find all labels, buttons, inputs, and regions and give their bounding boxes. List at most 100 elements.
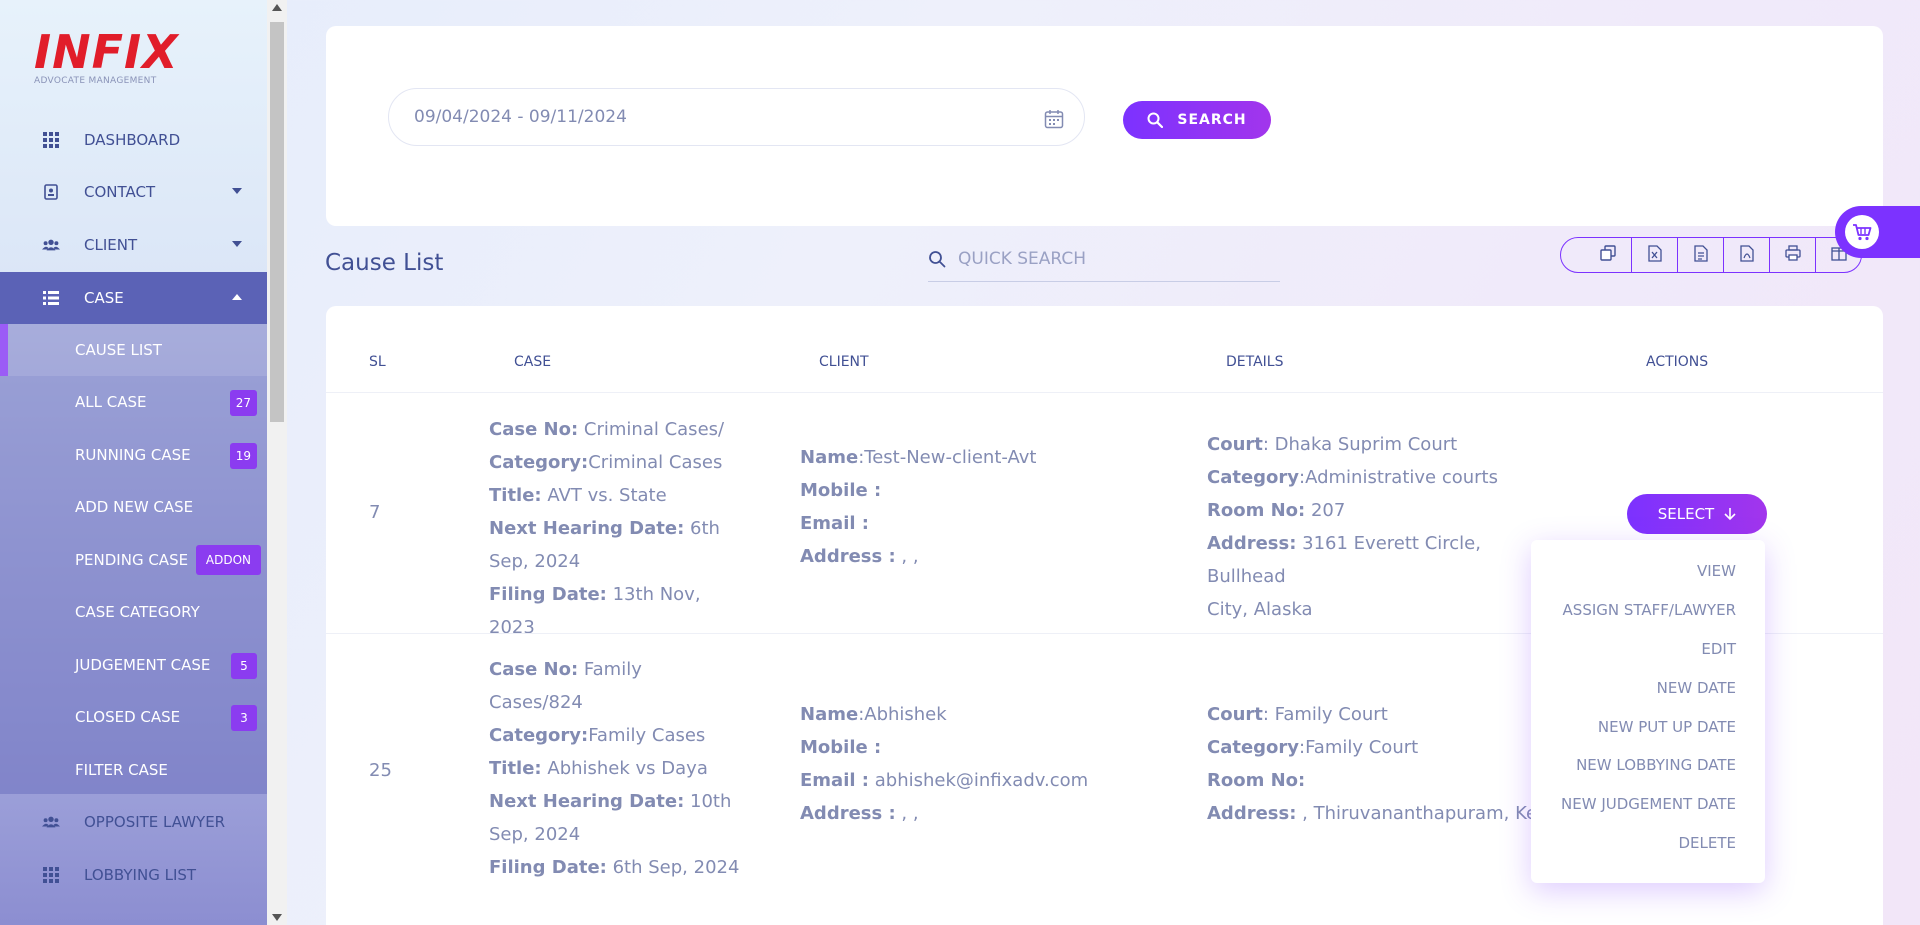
copy-button[interactable] — [1561, 238, 1631, 272]
sidebar-subitem-label: RUNNING CASE — [75, 446, 191, 464]
case-no-value-cont: Cases/824 — [489, 692, 583, 713]
sidebar-item-client[interactable]: CLIENT — [0, 219, 267, 271]
case-cell: Case No: Family Cases/824 Category:Famil… — [489, 653, 749, 884]
details-category-label: Category — [1207, 467, 1300, 488]
details-address-value: , Thiruvananthapuram, Kera — [1296, 803, 1547, 824]
page-title: Cause List — [325, 250, 444, 276]
details-cell: Court: Family Court Category:Family Cour… — [1207, 698, 1547, 830]
menu-item-new-judgement-date[interactable]: NEW JUDGEMENT DATE — [1531, 785, 1765, 824]
email-label: Email : — [800, 513, 870, 534]
room-label: Room No: — [1207, 500, 1306, 521]
sidebar-item-label: LOBBYING LIST — [84, 866, 197, 884]
scroll-up-icon[interactable] — [272, 4, 282, 11]
sidebar-subitem-all-case[interactable]: ALL CASE 27 — [0, 376, 267, 428]
menu-item-assign-staff[interactable]: ASSIGN STAFF/LAWYER — [1531, 591, 1765, 630]
filter-card: 09/04/2024 - 09/11/2024 SEARCH — [326, 26, 1883, 226]
scroll-down-icon[interactable] — [272, 914, 282, 921]
sidebar-subitem-label: CASE CATEGORY — [75, 603, 200, 621]
sidebar-subitem-running-case[interactable]: RUNNING CASE 19 — [0, 429, 267, 481]
count-badge: 19 — [229, 443, 257, 469]
case-no-value: Criminal Cases/ — [583, 419, 725, 440]
pdf-button[interactable] — [1723, 238, 1769, 272]
print-button[interactable] — [1769, 238, 1815, 272]
column-header-details[interactable]: DETAILS — [1226, 354, 1283, 370]
email-label: Email : — [800, 770, 870, 791]
menu-item-view[interactable]: VIEW — [1531, 552, 1765, 591]
case-no-label: Case No: — [489, 659, 579, 680]
excel-button[interactable] — [1631, 238, 1677, 272]
details-category-value: :Family Court — [1299, 737, 1419, 758]
sidebar-subitem-label: ALL CASE — [75, 393, 147, 411]
sidebar-item-opposite-lawyer[interactable]: OPPOSITE LAWYER — [0, 796, 267, 848]
details-category-value: :Administrative courts — [1299, 467, 1498, 488]
logo-subtitle: ADVOCATE MANAGEMENT — [34, 76, 157, 86]
sidebar-item-dashboard[interactable]: DASHBOARD — [0, 114, 267, 166]
category-value: Criminal Cases — [588, 452, 723, 473]
sidebar-subitem-closed-case[interactable]: CLOSED CASE 3 — [0, 691, 267, 743]
menu-item-new-lobbying-date[interactable]: NEW LOBBYING DATE — [1531, 746, 1765, 785]
sidebar-subitem-add-new-case[interactable]: ADD NEW CASE — [0, 481, 267, 533]
scrollbar-thumb[interactable] — [270, 22, 284, 422]
sidebar-item-label: CONTACT — [84, 183, 156, 201]
logo-text: INFIX — [34, 25, 179, 79]
chevron-down-icon — [232, 241, 242, 247]
sidebar-subitem-filter-case[interactable]: FILTER CASE — [0, 744, 267, 796]
sidebar-item-label: CLIENT — [84, 236, 138, 254]
sidebar-item-case[interactable]: CASE — [0, 272, 267, 324]
next-hearing-label: Next Hearing Date: — [489, 518, 685, 539]
search-button[interactable]: SEARCH — [1123, 101, 1271, 139]
copy-icon — [1600, 245, 1616, 265]
search-button-label: SEARCH — [1177, 112, 1247, 128]
mobile-label: Mobile : — [800, 480, 882, 501]
sidebar-item-contact[interactable]: CONTACT — [0, 166, 267, 218]
filing-date-label: Filing Date: — [489, 857, 607, 878]
addon-badge: ADDON — [195, 545, 261, 575]
quick-search-input[interactable] — [958, 248, 1258, 269]
title-value: AVT vs. State — [547, 485, 667, 506]
select-actions-button[interactable]: SELECT — [1627, 494, 1767, 534]
filing-date-label: Filing Date: — [489, 584, 607, 605]
next-hearing-label: Next Hearing Date: — [489, 791, 685, 812]
column-header-case[interactable]: CASE — [514, 354, 551, 370]
details-cell: Court: Dhaka Suprim Court Category:Admin… — [1207, 428, 1547, 626]
menu-item-new-put-up-date[interactable]: NEW PUT UP DATE — [1531, 707, 1765, 746]
sidebar-item-lobbying-list[interactable]: LOBBYING LIST — [0, 849, 267, 901]
menu-item-new-date[interactable]: NEW DATE — [1531, 668, 1765, 707]
next-hearing-value: 10th — [690, 791, 732, 812]
sidebar-subitem-case-category[interactable]: CASE CATEGORY — [0, 586, 267, 638]
sidebar-subitem-cause-list[interactable]: CAUSE LIST — [0, 324, 267, 376]
details-address-label: Address: — [1207, 533, 1297, 554]
menu-item-edit[interactable]: EDIT — [1531, 630, 1765, 669]
quick-search[interactable] — [928, 236, 1280, 282]
sidebar-subitem-label: PENDING CASE — [75, 551, 189, 569]
csv-button[interactable] — [1677, 238, 1723, 272]
logo[interactable]: INFIX ADVOCATE MANAGEMENT — [34, 25, 179, 86]
cart-button[interactable] — [1835, 206, 1920, 258]
sidebar-item-label: OPPOSITE LAWYER — [84, 813, 226, 831]
column-header-actions: ACTIONS — [1646, 354, 1709, 370]
sidebar-scrollbar[interactable] — [267, 0, 287, 925]
date-range-value: 09/04/2024 - 09/11/2024 — [414, 107, 627, 127]
chevron-up-icon — [232, 294, 242, 300]
column-header-sl[interactable]: SL — [369, 354, 386, 370]
address-label: Address : — [800, 803, 896, 824]
users-icon — [42, 236, 60, 254]
column-header-client[interactable]: CLIENT — [819, 354, 869, 370]
name-label: Name — [800, 704, 859, 725]
date-range-input[interactable]: 09/04/2024 - 09/11/2024 — [388, 88, 1085, 146]
sidebar-subitem-label: CLOSED CASE — [75, 708, 181, 726]
sidebar-subitem-judgement-case[interactable]: JUDGEMENT CASE 5 — [0, 639, 267, 691]
printer-icon — [1784, 245, 1801, 265]
arrow-down-icon — [1724, 507, 1736, 521]
cart-icon — [1845, 215, 1879, 249]
filing-date-value: 6th Sep, 2024 — [612, 857, 740, 878]
calendar-icon[interactable] — [1044, 109, 1064, 134]
court-label: Court — [1207, 434, 1263, 455]
sidebar-subitem-pending-case[interactable]: PENDING CASE ADDON — [0, 534, 267, 586]
sidebar-subitem-label: CAUSE LIST — [75, 341, 162, 359]
list-icon — [42, 289, 60, 307]
menu-item-delete[interactable]: DELETE — [1531, 824, 1765, 863]
court-label: Court — [1207, 704, 1263, 725]
mobile-label: Mobile : — [800, 737, 882, 758]
export-button-group — [1560, 237, 1862, 273]
